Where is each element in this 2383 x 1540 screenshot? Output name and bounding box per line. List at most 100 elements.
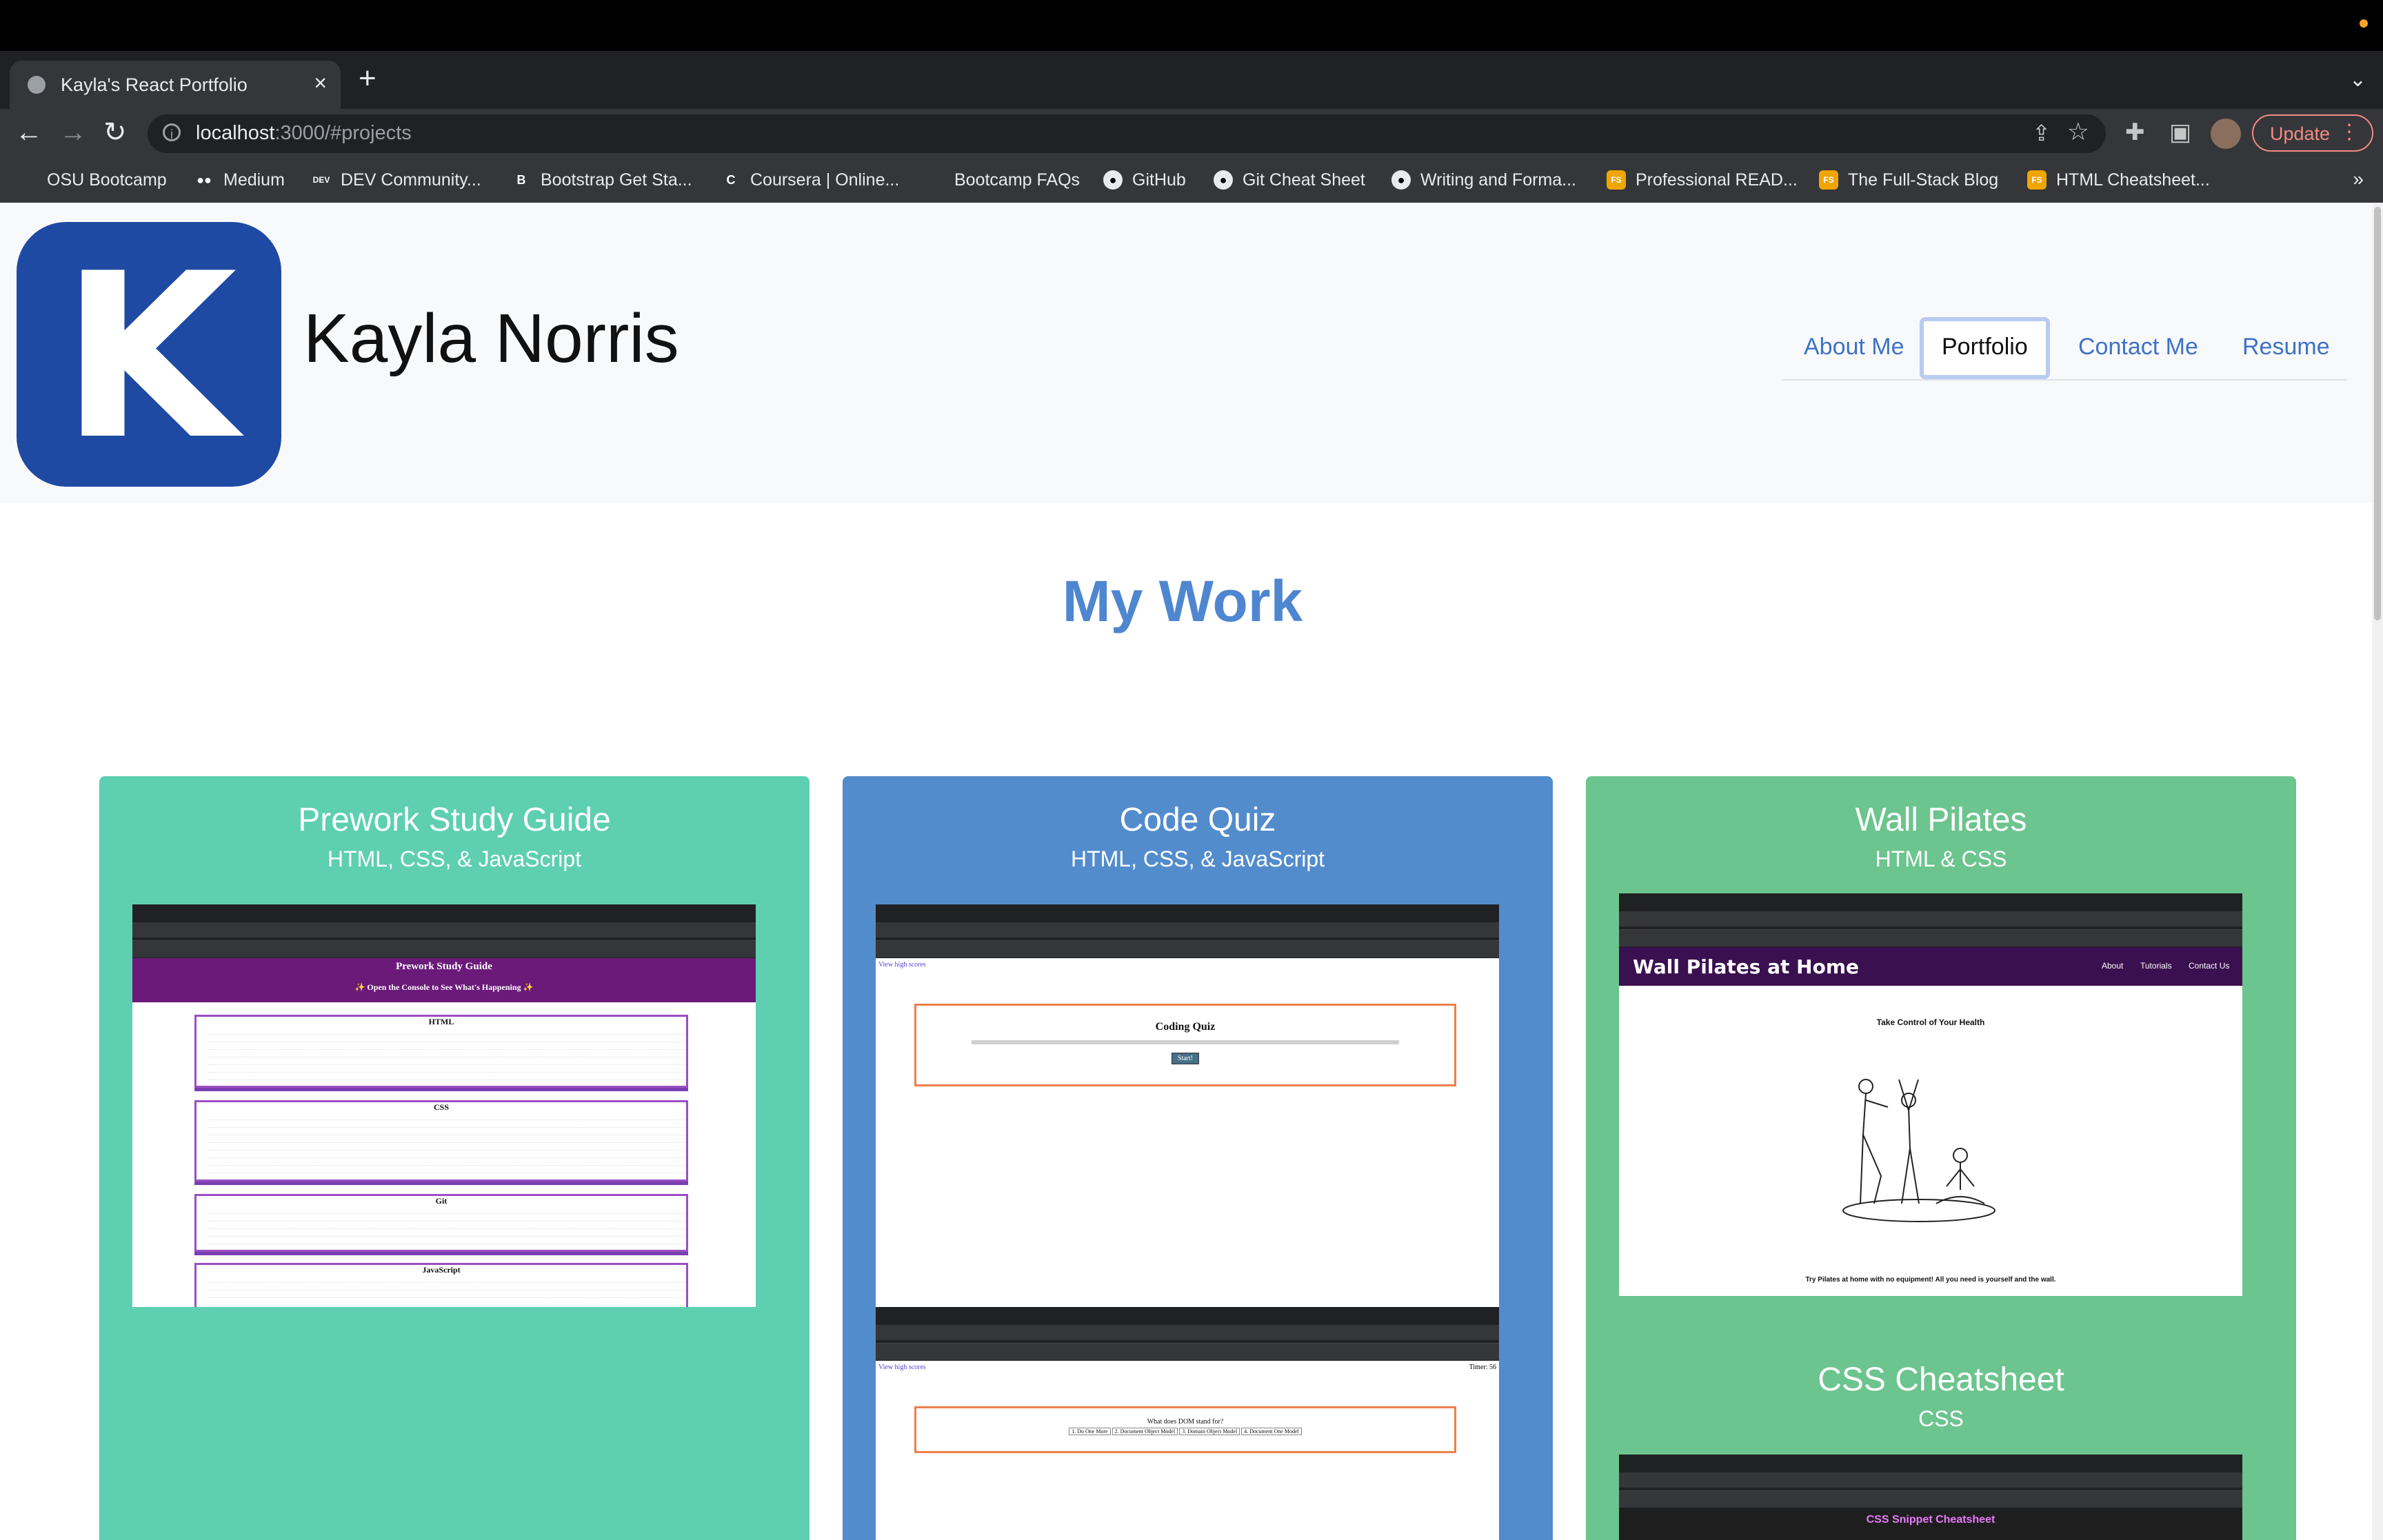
more-bookmarks-icon[interactable]: » <box>2353 168 2364 190</box>
answer-option: 4. Document One Model <box>1241 1428 1302 1435</box>
nav-contact-me[interactable]: Contact Me <box>2078 334 2198 361</box>
quiz-start-screenshot[interactable]: View high scores Coding Quiz Start! <box>876 904 1499 1307</box>
answer-option: 3. Domain Object Model <box>1179 1428 1240 1435</box>
github-icon: ● <box>1391 170 1411 190</box>
bookmark-star-icon[interactable]: ☆ <box>2067 117 2089 146</box>
site-header: K Kayla Norris About Me Portfolio Contac… <box>0 203 2372 503</box>
start-button: Start! <box>1171 1053 1200 1064</box>
share-icon[interactable]: ⇪ <box>2032 120 2051 146</box>
prework-banner: Prework Study Guide ✨ Open the Console t… <box>132 958 756 1002</box>
bookmark-item[interactable]: ● Git Cheat Sheet <box>1214 170 1365 190</box>
faq-icon <box>925 170 945 190</box>
project-subtitle: HTML, CSS, & JavaScript <box>327 847 582 871</box>
project-title: Prework Study Guide <box>298 802 611 838</box>
pilates-cta: Try Pilates at home with no equipment! A… <box>1805 1276 2056 1284</box>
window-titlebar <box>0 0 2383 51</box>
study-section-html: HTML <box>194 1015 688 1088</box>
project-title: Wall Pilates <box>1855 802 2027 838</box>
quiz-instructions-text <box>972 1040 1399 1044</box>
bootstrap-icon: B <box>516 173 526 188</box>
answer-option: 1. Do One More <box>1069 1428 1111 1435</box>
project-card-prework[interactable]: Prework Study Guide HTML, CSS, & JavaScr… <box>99 776 810 1540</box>
nav-about-me[interactable]: About Me <box>1804 334 1904 361</box>
high-scores-link: View high scores <box>878 1364 926 1371</box>
quiz-question-box: What does DOM stand for? 1. Do One More … <box>914 1406 1456 1453</box>
study-section-css: CSS <box>194 1100 688 1182</box>
project-subtitle: HTML, CSS, & JavaScript <box>1070 847 1325 871</box>
recording-indicator-icon <box>2360 19 2368 28</box>
site-nav: About Me Portfolio Contact Me Resume <box>1782 317 2347 381</box>
side-panel-icon[interactable]: ▣ <box>2169 119 2191 146</box>
pilates-illustration <box>1842 1079 1995 1222</box>
back-arrow-icon[interactable]: ← <box>15 117 43 148</box>
globe-icon <box>18 170 37 190</box>
tab-title: Kayla's React Portfolio <box>61 74 248 95</box>
project-title: CSS Cheatsheet <box>1818 1361 2064 1398</box>
wall-pilates-screenshot[interactable]: Wall Pilates at Home About Tutorials Con… <box>1619 893 2242 1296</box>
screenshot-browser-chrome <box>876 904 1499 958</box>
fs-icon: FS <box>1819 170 1838 190</box>
bookmark-item[interactable]: ●● Medium <box>194 170 285 190</box>
pilates-tagline: Take Control of Your Health <box>1876 1017 1985 1027</box>
site-info-icon[interactable]: i <box>163 123 181 141</box>
tab-search-chevron-icon[interactable]: ⌄ <box>2349 68 2366 92</box>
screenshot-browser-chrome <box>876 1307 1499 1361</box>
bookmark-item[interactable]: B Bootstrap Get Sta... <box>512 170 692 190</box>
section-title: My Work <box>1062 569 1303 634</box>
page-scrollbar-thumb[interactable] <box>2374 207 2381 620</box>
quiz-start-box: Coding Quiz Start! <box>914 1004 1456 1086</box>
github-icon: ● <box>1214 170 1233 190</box>
bookmark-item[interactable]: FS The Full-Stack Blog <box>1819 170 1998 190</box>
project-subtitle: CSS <box>1918 1406 1964 1431</box>
nav-portfolio[interactable]: Portfolio <box>1920 317 2050 379</box>
bookmark-item[interactable]: ● GitHub <box>1103 170 1186 190</box>
forward-arrow-icon[interactable]: → <box>59 117 87 148</box>
url-path: :3000/#projects <box>274 122 412 144</box>
new-tab-button[interactable]: + <box>359 63 376 94</box>
quiz-question-screenshot[interactable]: View high scores Timer: 56 What does DOM… <box>876 1307 1499 1540</box>
profile-avatar[interactable] <box>2211 119 2241 149</box>
bookmark-item[interactable]: FS Professional READ... <box>1607 170 1798 190</box>
reload-icon[interactable]: ↻ <box>103 117 127 148</box>
fs-icon: FS <box>2027 170 2047 190</box>
study-section-javascript: JavaScript <box>194 1263 688 1307</box>
bookmarks-bar: OSU Bootcamp ●● Medium DEV DEV Community..… <box>0 159 2383 203</box>
extensions-puzzle-icon[interactable]: ✚ <box>2125 119 2145 146</box>
answer-option: 2. Document Object Model <box>1112 1428 1178 1435</box>
close-tab-icon[interactable]: × <box>314 70 327 96</box>
bookmark-item[interactable]: ● Writing and Forma... <box>1391 170 1576 190</box>
medium-icon: ●● <box>197 173 212 188</box>
screenshot-browser-chrome <box>1619 893 2242 947</box>
github-icon: ● <box>1103 170 1123 190</box>
bookmark-item[interactable]: Bootcamp FAQs <box>925 170 1080 190</box>
high-scores-link: View high scores <box>878 961 926 969</box>
site-name: Kayla Norris <box>303 300 679 377</box>
bookmark-item[interactable]: DEV DEV Community... <box>312 170 481 190</box>
nav-resume[interactable]: Resume <box>2242 334 2330 361</box>
project-title: Code Quiz <box>1119 802 1276 838</box>
bookmark-item[interactable]: OSU Bootcamp <box>18 170 167 190</box>
kebab-menu-icon[interactable]: ⋮ <box>2339 120 2360 144</box>
address-bar[interactable]: i localhost:3000/#projects ⇪ ☆ <box>148 114 2106 153</box>
prework-screenshot[interactable]: Prework Study Guide ✨ Open the Console t… <box>132 904 756 1307</box>
update-label: Update <box>2270 123 2331 144</box>
bookmark-item[interactable]: C Coursera | Online... <box>721 170 900 190</box>
quiz-timer: Timer: 56 <box>1469 1364 1496 1371</box>
project-card-code-quiz[interactable]: Code Quiz HTML, CSS, & JavaScript View h… <box>843 776 1553 1540</box>
bookmark-item[interactable]: FS HTML Cheatsheet... <box>2027 170 2210 190</box>
screenshot-browser-chrome <box>1619 1455 2242 1508</box>
css-cheatsheet-screenshot[interactable]: CSS Snippet Cheatsheet <box>1619 1455 2242 1540</box>
screenshot-browser-chrome <box>132 904 756 958</box>
tab-strip: Kayla's React Portfolio × <box>0 51 2383 109</box>
dev-icon: DEV <box>312 175 330 185</box>
browser-tab[interactable]: Kayla's React Portfolio × <box>10 61 341 109</box>
project-card-wall-pilates[interactable]: Wall Pilates HTML & CSS Wall Pilates at … <box>1586 776 2296 1540</box>
update-button[interactable]: Update ⋮ <box>2252 114 2373 152</box>
page-viewport: K Kayla Norris About Me Portfolio Contac… <box>0 203 2372 1540</box>
fs-icon: FS <box>1607 170 1626 190</box>
coursera-icon: C <box>726 173 736 188</box>
url-host: localhost <box>196 122 275 144</box>
wall-pilates-header: Wall Pilates at Home About Tutorials Con… <box>1619 947 2242 986</box>
project-subtitle: HTML & CSS <box>1875 847 2007 871</box>
css-cheatsheet-banner: CSS Snippet Cheatsheet <box>1866 1514 1995 1526</box>
